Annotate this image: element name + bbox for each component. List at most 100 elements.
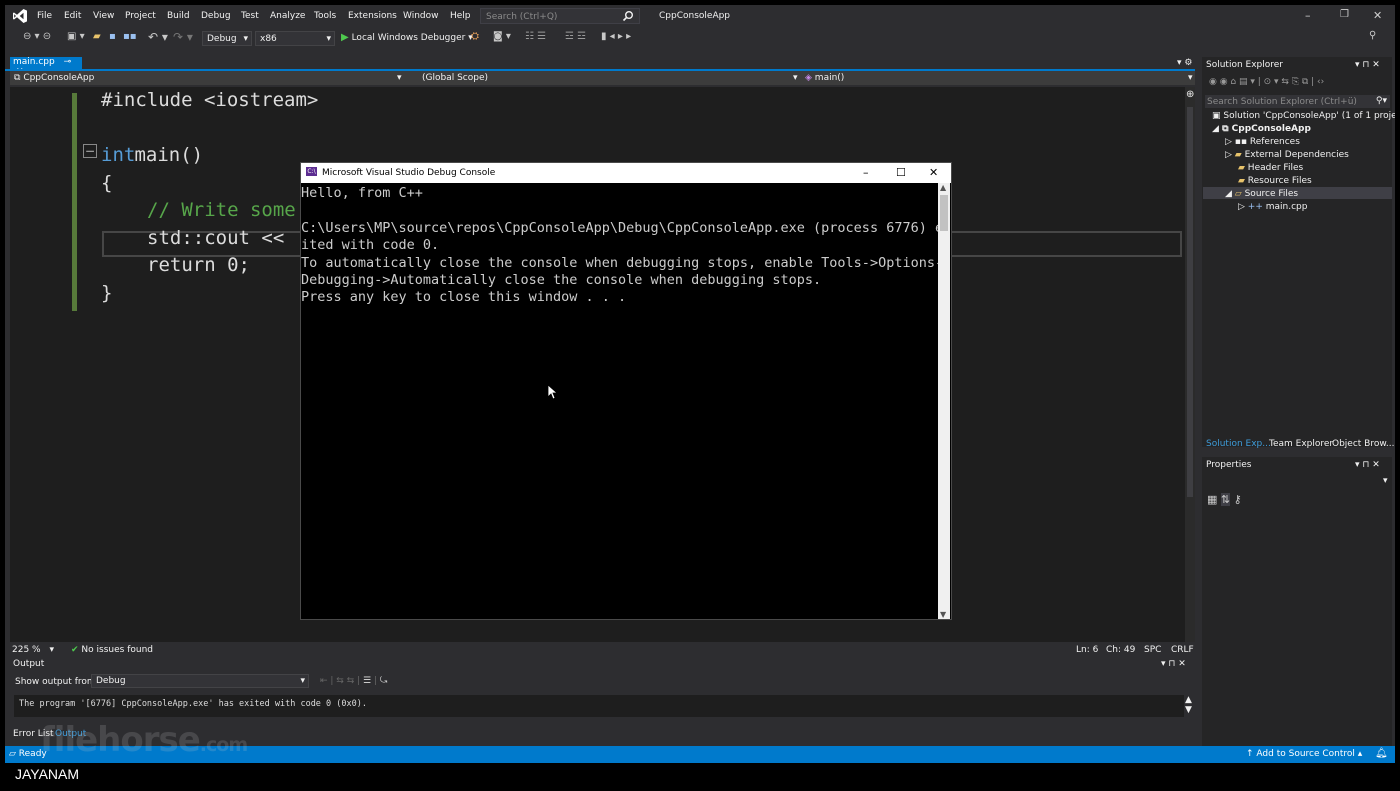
menu-window[interactable]: Window — [403, 11, 439, 21]
output-scrollbar[interactable]: ▲ ▼ — [1185, 695, 1192, 715]
panel-controls-icon[interactable]: ▾ ⊓ ✕ — [1355, 60, 1380, 70]
spacing-indicator: SPC — [1144, 645, 1162, 655]
editor-scrollbar[interactable] — [1185, 87, 1195, 642]
back-navigate-icon[interactable]: ⊖ ▾ ⊝ — [23, 31, 51, 42]
code-line-3[interactable]: { — [101, 172, 112, 194]
menu-project[interactable]: Project — [125, 11, 156, 21]
tree-item-main-cpp[interactable]: ▷ ++ main.cpp — [1238, 202, 1308, 212]
redo-icon[interactable]: ↷ ▾ — [173, 30, 193, 44]
debug-console-window[interactable]: C:\ Microsoft Visual Studio Debug Consol… — [300, 162, 952, 620]
new-project-icon[interactable]: ▣ ▾ — [67, 31, 85, 42]
configuration-dropdown[interactable]: Debug ▾ — [202, 31, 252, 46]
menu-tools[interactable]: Tools — [314, 11, 336, 21]
issues-indicator[interactable]: ✔ No issues found — [71, 645, 153, 655]
collapse-toggle-icon[interactable]: − — [83, 144, 97, 159]
pin-icon[interactable]: ⊸ — [64, 57, 72, 67]
restore-icon[interactable]: ❐ — [1340, 9, 1349, 20]
nav-project-dropdown[interactable]: ⧉ CppConsoleApp — [14, 73, 94, 83]
tab-overflow-icon[interactable]: ▾ ⚙ — [1177, 58, 1192, 68]
save-icon[interactable]: ▪ — [109, 31, 116, 42]
attach-process-icon[interactable]: ⛭ — [471, 31, 479, 42]
solution-search-input[interactable]: Search Solution Explorer (Ctrl+ü) ⚲▾ — [1205, 95, 1390, 108]
nav-project-label: CppConsoleApp — [23, 73, 95, 83]
menu-analyze[interactable]: Analyze — [270, 11, 305, 21]
screenshot-icon[interactable]: ◙ ▾ — [493, 31, 511, 42]
cpp-file-icon: ++ — [1247, 202, 1263, 212]
close-icon[interactable]: ✕ — [929, 166, 938, 179]
chevron-down-icon: ▾ — [397, 73, 402, 83]
menu-extensions[interactable]: Extensions — [348, 11, 397, 21]
console-line: Press any key to close this window . . . — [301, 289, 627, 306]
tab-team-explorer[interactable]: Team Explorer — [1269, 439, 1333, 449]
panel-controls-icon[interactable]: ▾ ⊓ ✕ — [1355, 460, 1380, 470]
scroll-down-icon[interactable]: ▼ — [940, 610, 946, 619]
save-all-icon[interactable]: ▪▪ — [123, 31, 137, 42]
live-share-icon[interactable]: ⚲ — [1369, 30, 1376, 41]
start-debugging-button[interactable]: ▶ Local Windows Debugger ▾ — [341, 32, 473, 43]
scrollbar-thumb[interactable] — [940, 195, 948, 231]
tree-item-resource-files[interactable]: ▰ Resource Files — [1238, 176, 1312, 186]
scrollbar-thumb[interactable] — [1187, 107, 1193, 497]
menu-edit[interactable]: Edit — [64, 11, 81, 21]
chevron-down-icon: ▾ — [243, 34, 248, 44]
menu-debug[interactable]: Debug — [201, 11, 231, 21]
zoom-dropdown[interactable]: 225 % ▾ — [12, 645, 54, 655]
tree-item-source-files[interactable]: ◢ ▱ Source Files — [1225, 189, 1298, 199]
tab-object-browser[interactable]: Object Brow... — [1332, 439, 1394, 449]
code-line-6[interactable]: return 0; — [147, 254, 250, 276]
comment-icon[interactable]: ☲ ☲ — [565, 31, 586, 42]
minimize-icon[interactable]: – — [1305, 9, 1311, 22]
output-message: The program '[6776] CppConsoleApp.exe' h… — [19, 699, 367, 709]
tab-solution-explorer[interactable]: Solution Exp... — [1206, 439, 1271, 449]
menu-view[interactable]: View — [93, 11, 114, 21]
split-editor-icon[interactable]: ⊕ — [1186, 89, 1194, 100]
console-app-icon: C:\ — [306, 167, 317, 176]
folder-open-icon: ▱ — [1234, 189, 1242, 199]
code-line-7[interactable]: } — [101, 282, 112, 304]
code-line-5[interactable]: std::cout << — [147, 227, 284, 249]
console-scrollbar[interactable]: ▲ ▼ — [938, 183, 950, 619]
output-toolbar-icons[interactable]: ⇤ | ⇆ ⇆ | ☰ | ⤿ — [320, 676, 387, 686]
solution-node[interactable]: ▣ Solution 'CppConsoleApp' (1 of 1 proje… — [1212, 111, 1395, 121]
notifications-icon[interactable]: 🔔︎ — [1375, 748, 1388, 759]
chevron-down-icon[interactable]: ▾ — [1383, 476, 1388, 486]
tree-label: main.cpp — [1265, 202, 1308, 212]
menu-build[interactable]: Build — [167, 11, 190, 21]
nav-member-dropdown[interactable]: ◈ main() — [805, 73, 844, 83]
tree-item-header-files[interactable]: ▰ Header Files — [1238, 163, 1303, 173]
search-input[interactable]: Search (Ctrl+Q) — [480, 8, 640, 24]
tab-main-cpp[interactable]: main.cpp ⊸ ✕ — [10, 57, 82, 77]
code-comment[interactable]: // Write some — [147, 199, 296, 221]
maximize-icon[interactable]: ☐ — [896, 166, 906, 179]
minimize-icon[interactable]: – — [863, 166, 869, 179]
tree-label: References — [1249, 137, 1300, 147]
source-control-button[interactable]: ↑ Add to Source Control ▴ — [1246, 749, 1362, 759]
output-text-area[interactable]: The program '[6776] CppConsoleApp.exe' h… — [14, 695, 1184, 717]
output-source-dropdown[interactable]: Debug ▾ — [91, 674, 309, 688]
menu-file[interactable]: File — [37, 11, 52, 21]
format-icon[interactable]: ☷ ☰ — [525, 31, 546, 42]
tree-item-external-dependencies[interactable]: ▷ ▰ External Dependencies — [1225, 150, 1349, 160]
undo-icon[interactable]: ↶ ▾ — [148, 30, 168, 44]
close-icon[interactable]: ✕ — [1373, 9, 1382, 22]
tree-item-references[interactable]: ▷ ▪▪ References — [1225, 137, 1300, 147]
open-folder-icon[interactable]: ▰ — [93, 31, 101, 42]
project-node[interactable]: ◢ ⧉ CppConsoleApp — [1212, 124, 1311, 134]
menu-help[interactable]: Help — [450, 11, 471, 21]
code-line-2[interactable]: main() — [123, 144, 203, 166]
output-pane-controls-icon[interactable]: ▾ ⊓ ✕ — [1161, 659, 1186, 669]
console-title-bar[interactable]: C:\ Microsoft Visual Studio Debug Consol… — [301, 163, 951, 183]
solution-toolbar-icons[interactable]: ◉ ◉ ⌂ ▤ ▾ | ⊙ ▾ ⇆ ⎘ ⧉ | ‹› — [1209, 77, 1324, 87]
folder-icon: ▰ — [1238, 176, 1245, 186]
scroll-up-icon[interactable]: ▲ — [940, 183, 946, 192]
console-output[interactable]: Hello, from C++ C:\Users\MP\source\repos\… — [301, 185, 938, 307]
menu-test[interactable]: Test — [241, 11, 259, 21]
properties-toolbar-icons[interactable]: ▦ ⇅ ⚷ — [1207, 493, 1242, 506]
arrow-up-icon: ↑ — [1246, 749, 1254, 759]
console-line: Debugging->Automatically close the conso… — [301, 272, 822, 289]
platform-dropdown[interactable]: x86 ▾ — [255, 31, 335, 46]
bookmark-icon[interactable]: ▮ ◂ ▸ ▸ — [601, 31, 631, 42]
nav-scope-dropdown[interactable]: (Global Scope) — [422, 73, 488, 83]
code-line-1[interactable]: #include <iostream> — [101, 89, 318, 111]
source-control-label: Add to Source Control — [1256, 749, 1355, 759]
